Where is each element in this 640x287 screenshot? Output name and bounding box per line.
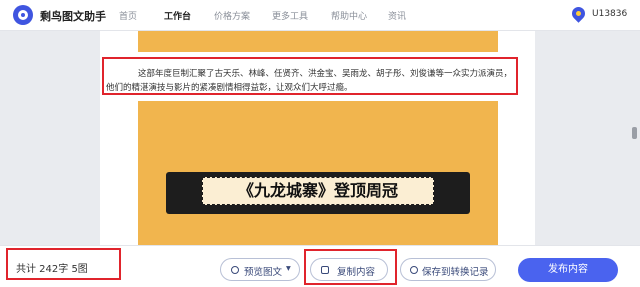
chevron-down-icon: ▾ — [286, 263, 291, 274]
image-title-banner: 《九龙城寨》登顶周冠 — [166, 172, 470, 214]
top-navigation: 剩鸟图文助手 首页 工作台 价格方案 更多工具 帮助中心 资讯 U13836 — [0, 0, 640, 31]
nav-help-center[interactable]: 帮助中心 — [331, 9, 367, 22]
app-name[interactable]: 剩鸟图文助手 — [40, 8, 106, 24]
image-title: 《九龙城寨》登顶周冠 — [202, 177, 434, 205]
user-id[interactable]: U13836 — [592, 9, 627, 19]
save-record-button[interactable]: 保存到转换记录 — [400, 258, 496, 281]
save-label: 保存到转换记录 — [422, 267, 489, 278]
publish-button[interactable]: 发布内容 — [518, 258, 618, 282]
save-icon — [410, 266, 418, 274]
paragraph-highlight-box — [102, 57, 518, 95]
preview-label: 预览图文 — [244, 267, 283, 278]
scrollbar[interactable] — [628, 31, 640, 245]
nav-home[interactable]: 首页 — [119, 9, 137, 22]
scroll-thumb[interactable] — [632, 127, 637, 139]
preview-button[interactable]: 预览图文 ▾ — [220, 258, 300, 281]
nav-pricing[interactable]: 价格方案 — [214, 9, 250, 22]
image-top-fragment — [138, 31, 498, 52]
location-icon — [569, 4, 588, 23]
nav-more-tools[interactable]: 更多工具 — [272, 9, 308, 22]
logo-icon[interactable] — [13, 5, 33, 25]
nav-workbench[interactable]: 工作台 — [164, 9, 191, 22]
copy-highlight-box — [304, 249, 397, 285]
nav-news[interactable]: 资讯 — [388, 9, 406, 22]
article-image: 《九龙城寨》登顶周冠 — [138, 101, 498, 245]
eye-icon — [231, 266, 239, 274]
word-count-highlight-box — [6, 248, 121, 280]
